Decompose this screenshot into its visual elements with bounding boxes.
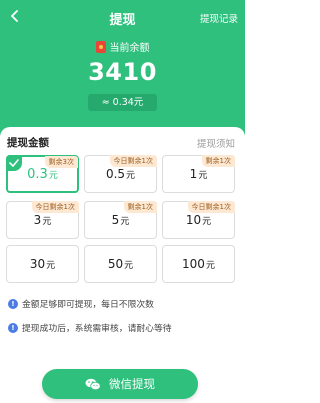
amount-unit: 元 [120, 216, 130, 227]
info-text-1: 金额足够即可提现，每日不限次数 [22, 300, 154, 310]
amount-option-6[interactable]: 30 元 [6, 245, 79, 283]
remaining-tag: 剩余3次 [44, 156, 78, 168]
amount-unit: 元 [124, 260, 134, 271]
amount-value: 3 [33, 213, 42, 227]
info-text-2: 提现成功后，系统需审核，请耐心等待 [22, 324, 172, 334]
balance-yuan-pill: ≈0.34元 [88, 94, 157, 111]
panel-title: 提现金额 [7, 137, 49, 149]
amount-value: 30 [29, 257, 46, 271]
approx-symbol: ≈ [101, 97, 110, 108]
balance-label: 当前余额 [109, 43, 150, 54]
red-packet-icon [95, 40, 106, 53]
amount-unit: 元 [126, 170, 136, 181]
balance-value: 3410 [88, 58, 157, 86]
balance-header: 提现 提现记录 当前余额 3410 ≈0.34元 [0, 0, 245, 140]
amount-option-4[interactable]: 剩余1次 5元 [84, 201, 157, 239]
amount-option-3[interactable]: 今日剩余1次 3元 [6, 201, 79, 239]
amount-unit: 元 [46, 260, 56, 271]
amount-unit: 元 [198, 170, 208, 181]
amount-value: 10 [185, 213, 202, 227]
check-icon [6, 155, 22, 171]
balance-label-row: 当前余额 [0, 39, 245, 54]
wechat-withdraw-button[interactable]: 微信提现 [42, 369, 198, 399]
amount-option-2[interactable]: 剩余1次 1元 [162, 155, 235, 193]
withdraw-notice-link[interactable]: 提现须知 [197, 136, 235, 150]
remaining-tag: 今日剩余1次 [109, 155, 157, 167]
info-line-2: ! 提现成功后，系统需审核，请耐心等待 [8, 321, 172, 334]
remaining-tag: 剩余1次 [201, 155, 235, 167]
amount-option-5[interactable]: 今日剩余1次 10 元 [162, 201, 235, 239]
amount-unit: 元 [202, 216, 212, 227]
withdraw-panel: 提现金额 提现须知 剩余3次 0.3 元 今日剩余1次 0.5 元 剩余1次 1元 … [0, 127, 245, 403]
withdraw-record-link[interactable]: 提现记录 [200, 11, 238, 25]
balance-yuan: 0.34元 [112, 97, 144, 108]
info-line-1: ! 金额足够即可提现，每日不限次数 [8, 297, 154, 310]
amount-value: 0.5 [105, 167, 126, 181]
amount-value: 1 [189, 167, 198, 181]
amount-value: 100 [182, 257, 205, 271]
amount-value: 0.3 [27, 166, 48, 182]
amount-unit: 元 [48, 170, 58, 181]
amount-option-8[interactable]: 100 元 [162, 245, 235, 283]
amount-unit: 元 [42, 216, 52, 227]
remaining-tag: 今日剩余1次 [31, 201, 79, 213]
remaining-tag: 今日剩余1次 [187, 201, 235, 213]
amount-option-7[interactable]: 50 元 [84, 245, 157, 283]
amount-unit: 元 [205, 260, 215, 271]
amount-value: 5 [111, 213, 120, 227]
wechat-withdraw-label: 微信提现 [109, 377, 155, 391]
amount-option-1[interactable]: 今日剩余1次 0.5 元 [84, 155, 157, 193]
info-icon: ! [8, 322, 18, 333]
info-icon: ! [8, 298, 18, 309]
remaining-tag: 剩余1次 [123, 201, 157, 213]
wechat-icon [85, 378, 101, 391]
amount-value: 50 [107, 257, 124, 271]
amount-option-0[interactable]: 剩余3次 0.3 元 [6, 155, 79, 193]
